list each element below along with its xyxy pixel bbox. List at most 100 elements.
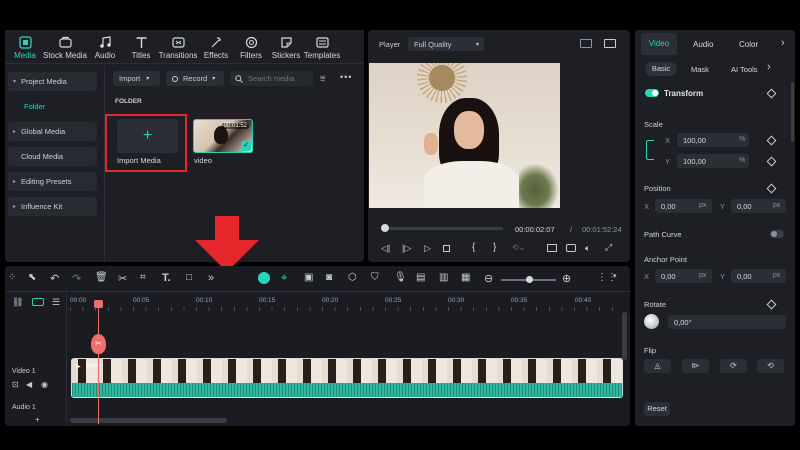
keyframe-icon[interactable]: ⬡ bbox=[348, 272, 362, 286]
magnet-icon[interactable] bbox=[32, 298, 44, 306]
quality-dropdown[interactable]: Full Quality ▾ bbox=[408, 37, 484, 51]
select-cursor-icon[interactable]: ⬉ bbox=[28, 272, 42, 286]
auto-highlight-icon[interactable]: ▣ bbox=[304, 272, 318, 286]
vertical-scrollbar[interactable] bbox=[622, 312, 627, 360]
zoom-slider-handle[interactable] bbox=[526, 276, 533, 283]
more-tabs-chevron-icon[interactable]: › bbox=[781, 37, 785, 49]
render-icon[interactable]: ◙ bbox=[326, 272, 340, 286]
rotate-dial[interactable] bbox=[644, 314, 659, 329]
video-clip-track[interactable]: ▶ video bbox=[71, 358, 623, 398]
zoom-out-icon[interactable]: ⊖ bbox=[484, 272, 498, 286]
clip-frames bbox=[72, 359, 622, 383]
filter-sort-icon[interactable]: ⩸ bbox=[320, 73, 325, 84]
tab-titles[interactable]: Titles bbox=[122, 36, 160, 60]
safe-zone-icon[interactable] bbox=[580, 39, 592, 48]
search-input[interactable] bbox=[248, 74, 313, 83]
nav-cloud-media[interactable]: Cloud Media bbox=[8, 147, 97, 166]
more-tools-icon[interactable]: » bbox=[208, 272, 222, 286]
nav-global-media[interactable]: ▸ Global Media bbox=[8, 122, 97, 141]
timeline-grid-icon[interactable]: ⋮⋮ bbox=[597, 272, 617, 286]
more-options-icon[interactable]: ••• bbox=[340, 72, 352, 82]
voice-icon[interactable]: ▦ bbox=[461, 272, 475, 286]
microphone-icon[interactable]: 🎙︎ bbox=[394, 272, 408, 286]
next-frame-icon[interactable]: |▷ bbox=[402, 243, 411, 254]
ai-smart-icon[interactable] bbox=[258, 272, 270, 284]
subtitle-icon[interactable]: ▥ bbox=[439, 272, 453, 286]
inspector-tab-color[interactable]: Color bbox=[739, 40, 758, 49]
shape-icon[interactable]: □ bbox=[186, 272, 200, 286]
tab-media[interactable]: Media bbox=[6, 36, 44, 60]
undo-icon[interactable]: ↶ bbox=[50, 272, 64, 286]
layout-grid-icon[interactable]: ⁘ bbox=[8, 272, 22, 286]
flip-vertical-button[interactable]: ⧐ bbox=[682, 359, 709, 373]
video-clip-thumbnail[interactable]: 00:01:52 ✓ bbox=[193, 119, 253, 153]
subtab-basic[interactable]: Basic bbox=[645, 62, 677, 76]
lock-ratio-icon[interactable] bbox=[646, 140, 654, 160]
import-media-tile[interactable]: + bbox=[117, 119, 178, 153]
import-dropdown[interactable]: Import ▾ bbox=[113, 71, 160, 86]
subtab-mask[interactable]: Mask bbox=[691, 65, 709, 74]
track-manage-icon[interactable]: ☰ bbox=[52, 297, 60, 308]
search-media[interactable] bbox=[230, 71, 313, 86]
crop-icon[interactable]: ⌗ bbox=[140, 272, 154, 286]
timeline-scrollbar[interactable] bbox=[70, 418, 227, 423]
link-icon[interactable]: ⛓ bbox=[12, 297, 23, 308]
inspector-tab-audio[interactable]: Audio bbox=[693, 40, 713, 49]
nav-folder[interactable]: Folder bbox=[8, 97, 97, 116]
record-dropdown[interactable]: Record ▾ bbox=[166, 71, 224, 86]
snapshot-image-icon[interactable] bbox=[604, 39, 616, 48]
track-audio-icon[interactable]: ◀︎ bbox=[26, 380, 32, 389]
delete-icon[interactable]: 🗑︎ bbox=[95, 272, 109, 286]
volume-icon[interactable]: 🔈︎ bbox=[585, 243, 590, 254]
inspector-scrollbar[interactable] bbox=[791, 82, 794, 142]
tab-stickers[interactable]: Stickers bbox=[267, 36, 305, 60]
nav-project-media[interactable]: ▾ Project Media bbox=[8, 72, 97, 91]
subtab-chevron-icon[interactable]: › bbox=[767, 61, 771, 73]
transform-toggle[interactable] bbox=[645, 89, 659, 97]
playhead-handle[interactable] bbox=[94, 300, 103, 308]
tab-audio[interactable]: Audio bbox=[86, 36, 124, 60]
tab-effects-label: Effects bbox=[203, 51, 229, 60]
tab-filters[interactable]: Filters bbox=[232, 36, 270, 60]
audio-waveform bbox=[72, 383, 622, 397]
tab-transitions[interactable]: Transitions bbox=[159, 36, 197, 60]
split-scissors-icon[interactable]: ✂ bbox=[118, 272, 132, 286]
shield-icon[interactable]: ⛉ bbox=[371, 272, 385, 286]
nav-influence-kit[interactable]: ▸ Influence Kit bbox=[8, 197, 97, 216]
path-curve-toggle[interactable] bbox=[770, 230, 784, 238]
mark-in-icon[interactable]: { bbox=[472, 242, 475, 253]
tab-templates[interactable]: Templates bbox=[303, 36, 341, 60]
split-marker[interactable]: ✂ bbox=[91, 334, 106, 354]
text-icon[interactable]: T. bbox=[162, 272, 176, 286]
monitor-icon[interactable] bbox=[547, 244, 557, 252]
camera-icon[interactable] bbox=[566, 244, 576, 252]
rotate-input[interactable]: 0,00° bbox=[668, 315, 786, 329]
rotate-right-button[interactable]: ⟳ bbox=[720, 359, 747, 373]
mark-out-icon[interactable]: } bbox=[493, 242, 496, 253]
inspector-tab-video[interactable]: Video bbox=[641, 33, 677, 55]
playhead-line[interactable] bbox=[98, 300, 99, 424]
rotate-left-button[interactable]: ⟲ bbox=[757, 359, 784, 373]
zoom-in-icon[interactable]: ⊕ bbox=[562, 272, 576, 286]
nav-editing-presets[interactable]: ▸ Editing Presets bbox=[8, 172, 97, 191]
tab-stock-media[interactable]: Stock Media bbox=[43, 36, 87, 60]
snap-icon[interactable]: ⌖ bbox=[281, 272, 295, 286]
folder-lock-icon[interactable]: ⊡ bbox=[12, 380, 19, 389]
add-track-icon[interactable]: + bbox=[35, 415, 40, 424]
reset-button[interactable]: Reset bbox=[644, 402, 670, 416]
scrub-handle[interactable] bbox=[381, 224, 389, 232]
speed-icon[interactable]: ⟲⌄ bbox=[512, 243, 525, 252]
scrub-bar[interactable] bbox=[383, 227, 503, 230]
play-icon[interactable]: ▷ bbox=[424, 243, 431, 254]
audio-mixer-icon[interactable]: ▤ bbox=[416, 272, 430, 286]
prev-frame-icon[interactable]: ◁| bbox=[381, 243, 390, 254]
scale-y-letter: Y bbox=[665, 157, 671, 166]
subtab-ai-tools[interactable]: AI Tools bbox=[731, 65, 758, 74]
flip-horizontal-button[interactable]: ◬ bbox=[644, 359, 671, 373]
chevron-down-icon[interactable]: ▾ bbox=[613, 272, 627, 286]
stop-icon[interactable] bbox=[443, 245, 450, 252]
tab-effects[interactable]: Effects bbox=[197, 36, 235, 60]
redo-icon[interactable]: ↷ bbox=[72, 272, 86, 286]
track-visibility-icon[interactable]: ◉ bbox=[41, 380, 48, 389]
fullscreen-icon[interactable]: ⤢ bbox=[605, 242, 612, 253]
